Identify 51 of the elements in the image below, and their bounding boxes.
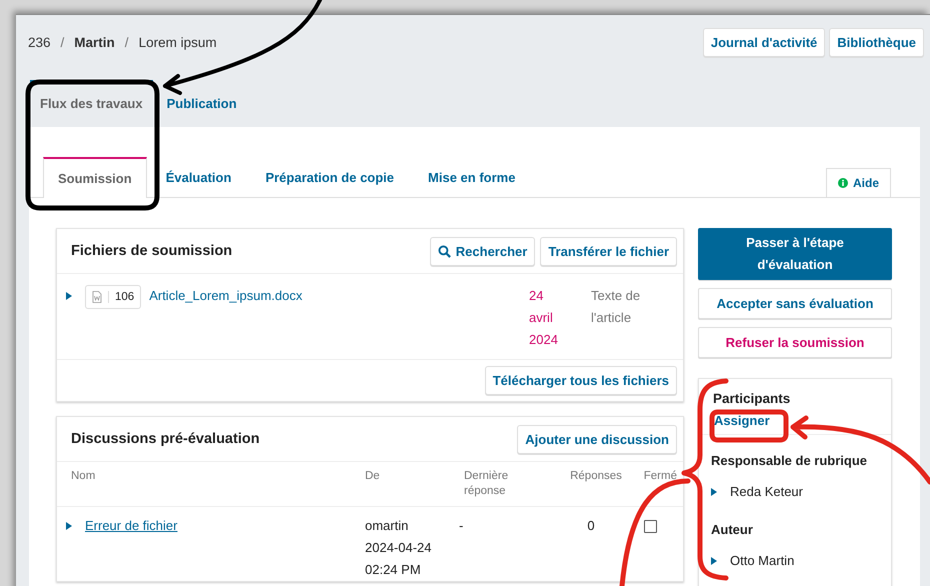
action-button[interactable]: Passer à l'étape d'évaluation [698,228,892,280]
files-button[interactable]: Rechercher [430,236,536,266]
stage-tab[interactable]: Soumission [43,157,147,198]
breadcrumb-item: Lorem ipsum [138,34,217,50]
action-button[interactable]: Refuser la soumission [698,327,892,358]
action-button[interactable]: Accepter sans évaluation [698,288,892,319]
checkbox[interactable] [644,520,657,533]
breadcrumb-item: Martin [74,34,115,50]
participant-name: Reda Keteur [730,483,803,501]
expand-icon[interactable] [66,522,72,530]
file-type: Texte de l'article [591,287,642,327]
expand-icon[interactable] [66,292,72,300]
download-all-button[interactable]: Télécharger tous les fichiers [484,366,677,395]
role-title: Responsable de rubrique [711,453,868,468]
column-header: Réponses [569,469,623,484]
column-header: Nom [71,469,96,484]
breadcrumb-item: 236 [28,34,51,50]
participant-name: Otto Martin [730,552,794,570]
stage-tab[interactable]: Préparation de copie [250,156,410,197]
header-button[interactable]: Journal d'activité [702,28,826,56]
search-icon [438,244,451,258]
files-button[interactable]: Transférer le fichier [540,236,677,266]
breadcrumb-separator: / [60,34,64,50]
expand-icon[interactable] [711,557,717,565]
file-id-badge: 106 [85,285,142,309]
header-button[interactable]: Bibliothèque [829,28,924,56]
discussion-link[interactable]: Erreur de fichier [85,515,178,537]
info-icon [838,178,848,188]
column-header: De [365,469,381,484]
main-tab[interactable]: Flux des travaux [30,80,153,124]
column-header: Fermé [642,469,677,484]
help-button[interactable]: Aide [826,168,891,197]
breadcrumb-separator: / [124,34,129,50]
stage-tab[interactable]: Évaluation [150,156,246,197]
table-cell-text: 0 [586,517,596,535]
table-cell-text: 02:24 PM [365,561,422,579]
stage-tab[interactable]: Mise en forme [413,156,530,197]
card-title: Fichiers de soumission [71,243,232,259]
column-header: Dernière réponse [464,469,510,499]
add-discussion-button[interactable]: Ajouter une discussion [517,424,677,454]
table-cell-text: 2024-04-24 [365,539,432,557]
participants-title: Participants [713,391,790,406]
expand-icon[interactable] [711,488,717,496]
card-title: Discussions pré-évaluation [71,431,260,447]
table-cell-text: - [459,517,464,535]
table-cell-text: omartin [365,517,410,535]
role-title: Auteur [711,522,753,537]
file-link[interactable]: Article_Lorem_ipsum.docx [149,285,529,307]
file-date: 24 avril 2024 [529,287,559,349]
assign-button[interactable]: Assigner [714,406,770,434]
main-tab[interactable]: Publication [156,80,247,124]
